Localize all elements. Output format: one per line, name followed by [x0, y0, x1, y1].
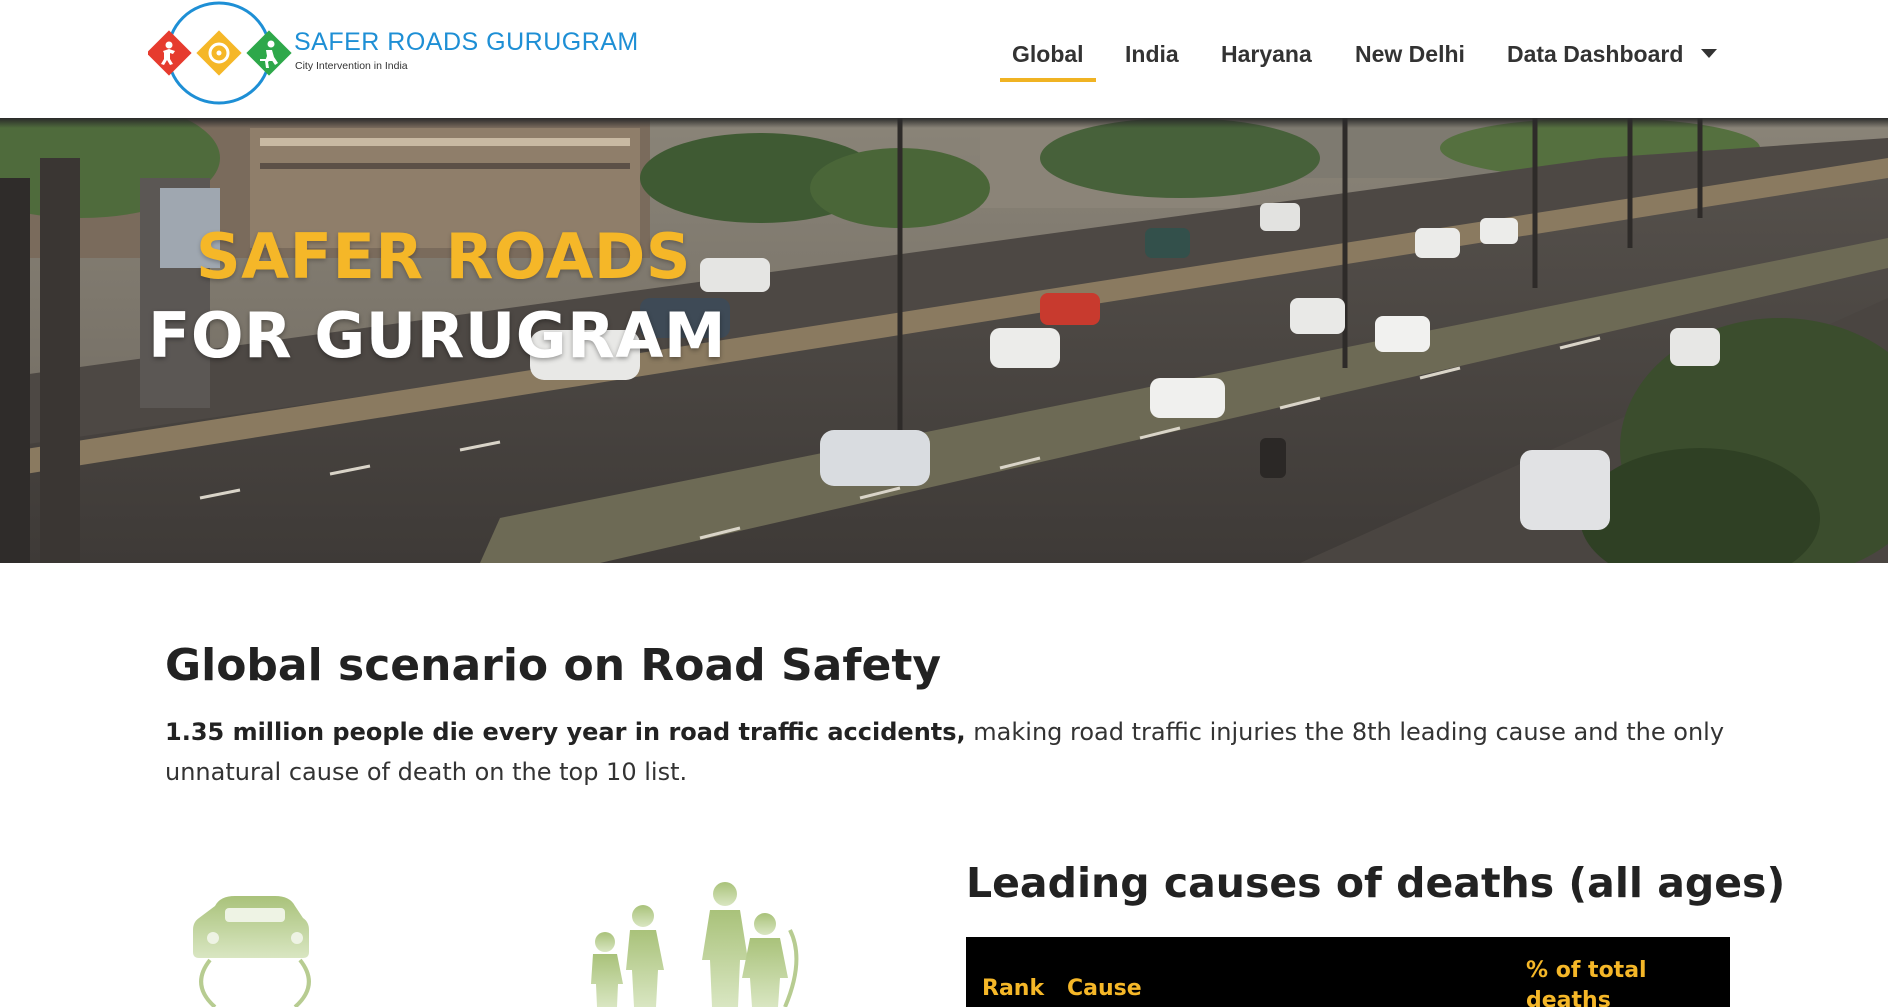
car-and-pedestrians-illustration	[193, 882, 799, 1007]
nav-item-haryana[interactable]: Haryana	[1221, 36, 1312, 82]
hero-title-line1: SAFER ROADS	[196, 220, 692, 293]
nav-item-global[interactable]: Global	[1000, 36, 1096, 82]
causes-table: Rank Cause % of total deaths	[966, 937, 1730, 1007]
logo-emblem-icon	[148, 1, 292, 105]
column-header-cause: Cause	[1067, 976, 1142, 1001]
column-header-rank: Rank	[982, 976, 1045, 1001]
site-logo[interactable]: SAFER ROADS GURUGRAM City Intervention i…	[148, 0, 638, 106]
nav-item-india[interactable]: India	[1125, 36, 1179, 82]
section-heading: Global scenario on Road Safety	[165, 640, 942, 691]
chevron-down-icon[interactable]	[1701, 49, 1718, 59]
column-header-percent: % of total deaths	[1526, 958, 1647, 1007]
site-header: SAFER ROADS GURUGRAM City Intervention i…	[0, 0, 1888, 118]
nav-item-data-dashboard-label: Data Dashboard	[1507, 41, 1684, 67]
nav-item-data-dashboard[interactable]: Data Dashboard	[1507, 36, 1718, 82]
causes-heading: Leading causes of deaths (all ages)	[966, 859, 1786, 907]
illustration	[165, 880, 945, 1007]
hero-title-line2: FOR GURUGRAM	[148, 299, 727, 372]
intro-paragraph: 1.35 million people die every year in ro…	[165, 712, 1725, 792]
brand-title: SAFER ROADS GURUGRAM	[294, 28, 639, 56]
hero-banner: SAFER ROADS FOR GURUGRAM	[0, 118, 1888, 563]
brand-subtitle: City Intervention in India	[295, 60, 408, 72]
intro-highlight: 1.35 million people die every year in ro…	[165, 718, 966, 746]
nav-item-new-delhi[interactable]: New Delhi	[1355, 36, 1465, 82]
header-shadow	[0, 118, 1888, 128]
